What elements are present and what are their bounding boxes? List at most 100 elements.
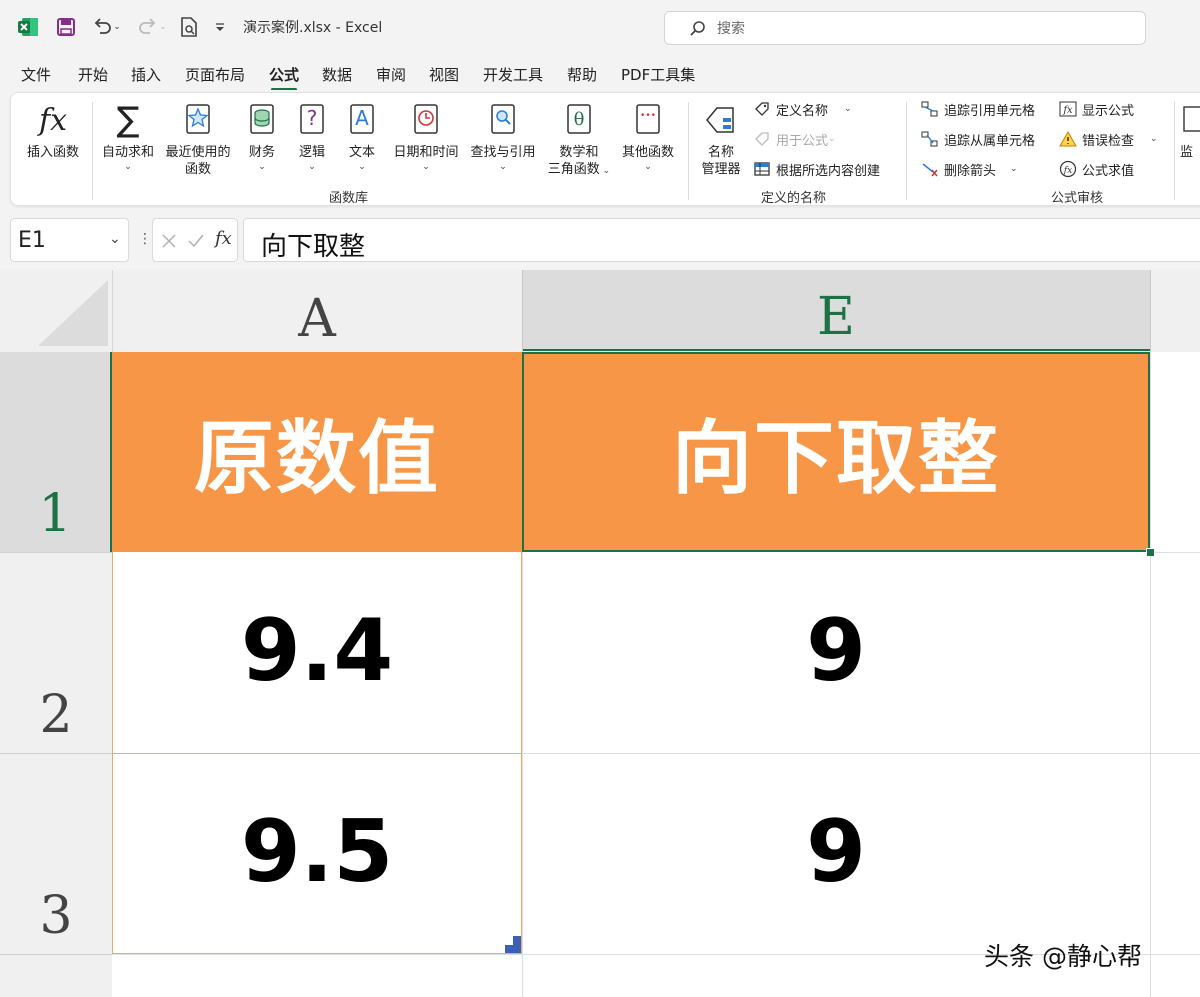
svg-text:A: A xyxy=(355,106,369,130)
redo-button[interactable]: ⌄ xyxy=(132,14,172,40)
financial-button[interactable]: 财务 ⌄ xyxy=(240,100,284,173)
tab-pdf-tools[interactable]: PDF工具集 xyxy=(621,64,695,85)
math-trig-button[interactable]: θ 数学和 三角函数 ⌄ xyxy=(543,100,615,178)
cell-a1[interactable]: 原数值 xyxy=(112,352,522,552)
evaluate-formula-button[interactable]: fx 公式求值 xyxy=(1058,158,1134,180)
formula-buttons: fx xyxy=(152,218,238,262)
autosum-label: 自动求和 xyxy=(101,145,154,160)
select-all-button[interactable] xyxy=(0,270,112,352)
formula-bar-splitter-icon[interactable]: ⋮ xyxy=(138,232,152,246)
title-bar: ⌄ ⌄ 演示案例.xlsx - Excel xyxy=(0,0,1200,56)
chevron-down-icon: ⌄ xyxy=(599,166,611,176)
column-header-e[interactable]: E xyxy=(522,270,1150,351)
name-manager-label-2: 管理器 xyxy=(701,162,741,177)
cell-a3[interactable]: 9.5 xyxy=(112,754,522,954)
trace-precedents-button[interactable]: 追踪引用单元格 xyxy=(920,98,1035,120)
name-manager-button[interactable]: 名称 管理器 xyxy=(696,100,746,178)
cell-a2[interactable]: 9.4 xyxy=(112,553,522,753)
evaluate-formula-icon: fx xyxy=(1058,160,1078,178)
recently-used-label: 最近使用的 xyxy=(165,145,231,160)
row-header-3[interactable]: 3 xyxy=(0,754,112,954)
search-box[interactable] xyxy=(664,11,1146,45)
table-grid-icon xyxy=(752,160,772,178)
chevron-down-icon: ⌄ xyxy=(159,22,167,32)
tab-insert[interactable]: 插入 xyxy=(131,64,161,85)
svg-text:•••: ••• xyxy=(640,111,656,121)
group-label-defined-names: 定义的名称 xyxy=(761,191,827,206)
chevron-down-icon: ⌄ xyxy=(113,22,121,32)
tab-review[interactable]: 审阅 xyxy=(376,64,406,85)
lookup-button[interactable]: 查找与引用 ⌄ xyxy=(466,100,540,173)
remove-arrows-button[interactable]: 删除箭头 ⌄ xyxy=(920,158,1018,180)
date-time-button[interactable]: 日期和时间 ⌄ xyxy=(388,100,464,173)
select-all-triangle-icon xyxy=(38,280,108,346)
create-from-selection-button[interactable]: 根据所选内容创建 xyxy=(752,158,880,180)
use-in-formula-button[interactable]: 用于公式 ⌄ xyxy=(752,128,836,150)
chevron-down-icon: ⌄ xyxy=(358,162,366,172)
tab-home[interactable]: 开始 xyxy=(78,64,108,85)
tab-data[interactable]: 数据 xyxy=(322,64,352,85)
create-from-selection-label: 根据所选内容创建 xyxy=(776,163,881,179)
trace-precedents-icon xyxy=(920,100,940,118)
autosum-button[interactable]: ∑ 自动求和 ⌄ xyxy=(98,100,158,173)
separator xyxy=(92,102,93,200)
row-header-2[interactable]: 2 xyxy=(0,553,112,753)
redo-icon xyxy=(139,18,156,34)
recently-used-label-2: 函数 xyxy=(184,162,211,177)
logical-icon: ? xyxy=(299,100,325,140)
chevron-down-icon[interactable]: ⌄ xyxy=(109,231,121,247)
row-header-1[interactable]: 1 xyxy=(0,352,112,552)
range-border-divider xyxy=(112,753,522,754)
lookup-label: 查找与引用 xyxy=(470,145,536,160)
separator xyxy=(1174,102,1175,200)
recently-used-button[interactable]: 最近使用的 函数 xyxy=(160,100,236,178)
column-header-next[interactable] xyxy=(1150,270,1200,352)
tab-help[interactable]: 帮助 xyxy=(567,64,597,85)
tab-developer[interactable]: 开发工具 xyxy=(483,64,543,85)
clock-icon xyxy=(413,100,439,140)
gridline xyxy=(1150,552,1200,553)
chevron-down-icon: ⌄ xyxy=(422,162,430,172)
gridline xyxy=(1150,352,1151,997)
insert-function-label: 插入函数 xyxy=(26,145,79,160)
save-icon[interactable] xyxy=(54,14,78,40)
trace-dependents-button[interactable]: 追踪从属单元格 xyxy=(920,128,1035,150)
excel-logo-icon xyxy=(17,14,39,40)
tab-formulas[interactable]: 公式 xyxy=(269,64,299,91)
quick-analysis-icon[interactable] xyxy=(505,936,521,953)
cell-e1-selected[interactable]: 向下取整 xyxy=(522,352,1150,552)
logical-button[interactable]: ? 逻辑 ⌄ xyxy=(290,100,334,173)
error-checking-button[interactable]: 错误检查 ⌄ xyxy=(1058,128,1158,150)
remove-arrows-label: 删除箭头 xyxy=(944,163,997,179)
name-box[interactable]: E1 ⌄ xyxy=(10,218,129,262)
chevron-down-icon: ⌄ xyxy=(1150,134,1158,144)
tab-view[interactable]: 视图 xyxy=(429,64,459,85)
chevron-down-icon: ⌄ xyxy=(844,104,852,114)
more-functions-button[interactable]: ••• 其他函数 ⌄ xyxy=(618,100,678,173)
show-formulas-button[interactable]: fx 显示公式 xyxy=(1058,98,1134,120)
use-in-formula-label: 用于公式 xyxy=(776,133,829,149)
column-header-a[interactable]: A xyxy=(112,270,522,351)
trace-dependents-label: 追踪从属单元格 xyxy=(944,133,1036,149)
text-icon: A xyxy=(349,100,375,140)
insert-function-button[interactable]: fx 插入函数 xyxy=(22,100,84,161)
insert-function-fx-icon[interactable]: fx xyxy=(215,228,232,249)
divider xyxy=(112,270,113,352)
more-functions-icon: ••• xyxy=(635,100,661,140)
row-header-4[interactable] xyxy=(0,955,112,997)
cancel-icon[interactable] xyxy=(161,233,177,249)
enter-check-icon[interactable] xyxy=(187,233,205,249)
tab-page-layout[interactable]: 页面布局 xyxy=(185,64,245,85)
tab-file[interactable]: 文件 xyxy=(21,64,51,85)
sigma-icon: ∑ xyxy=(116,99,140,140)
print-preview-icon[interactable] xyxy=(178,14,200,40)
formula-input[interactable]: 向下取整 xyxy=(243,218,1200,262)
undo-button[interactable]: ⌄ xyxy=(86,14,126,40)
define-name-button[interactable]: 定义名称 ⌄ xyxy=(752,98,852,120)
cell-e3[interactable]: 9 xyxy=(522,754,1150,954)
cell-e2[interactable]: 9 xyxy=(522,553,1150,753)
watch-window-button[interactable]: 监 xyxy=(1180,100,1200,161)
search-input[interactable] xyxy=(715,18,1119,40)
text-button[interactable]: A 文本 ⌄ xyxy=(340,100,384,173)
customize-toolbar-icon[interactable] xyxy=(210,14,230,40)
